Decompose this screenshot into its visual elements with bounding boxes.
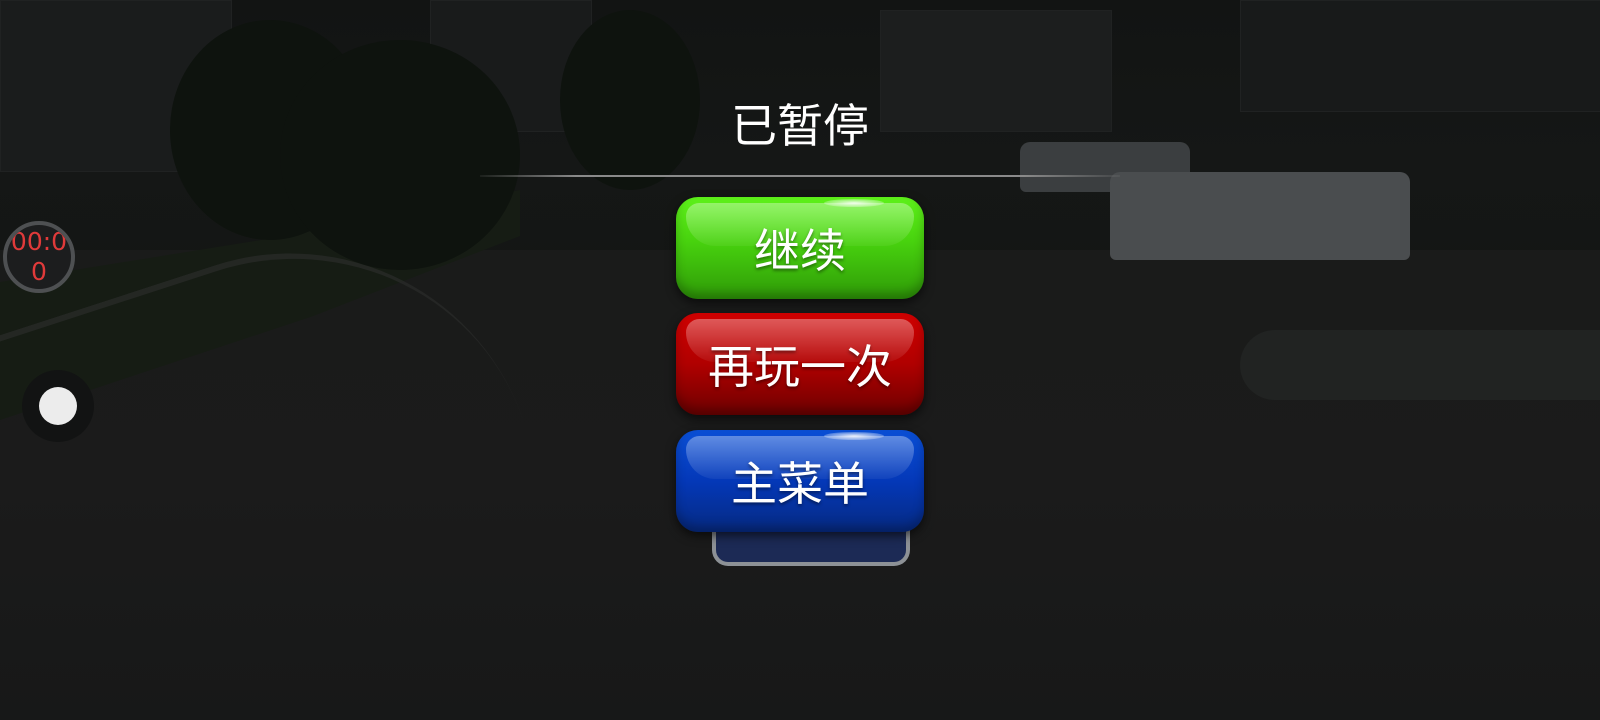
- button-shine: [824, 432, 884, 440]
- title-divider: [480, 175, 1120, 177]
- joystick-knob[interactable]: [39, 387, 77, 425]
- main-menu-button[interactable]: 主菜单: [676, 430, 924, 532]
- bus-platform: [1240, 330, 1600, 400]
- button-shine: [824, 199, 884, 207]
- play-again-button[interactable]: 再玩一次: [676, 313, 924, 415]
- tree: [280, 40, 520, 270]
- main-menu-button-label: 主菜单: [731, 457, 869, 511]
- continue-button-label: 继续: [754, 224, 846, 278]
- timer-display: 00:0 0: [3, 221, 75, 293]
- game-screen: 已暂停 继续 再玩一次 主菜单 00:0 0: [0, 0, 1600, 720]
- building: [1240, 0, 1600, 112]
- play-again-button-label: 再玩一次: [708, 340, 892, 394]
- pause-title: 已暂停: [731, 99, 869, 153]
- parked-bus: [1110, 172, 1410, 260]
- continue-button[interactable]: 继续: [676, 197, 924, 299]
- timer-text-line1: 00:0: [10, 227, 68, 256]
- joystick[interactable]: [22, 370, 94, 442]
- timer-text-line2: 0: [31, 257, 47, 286]
